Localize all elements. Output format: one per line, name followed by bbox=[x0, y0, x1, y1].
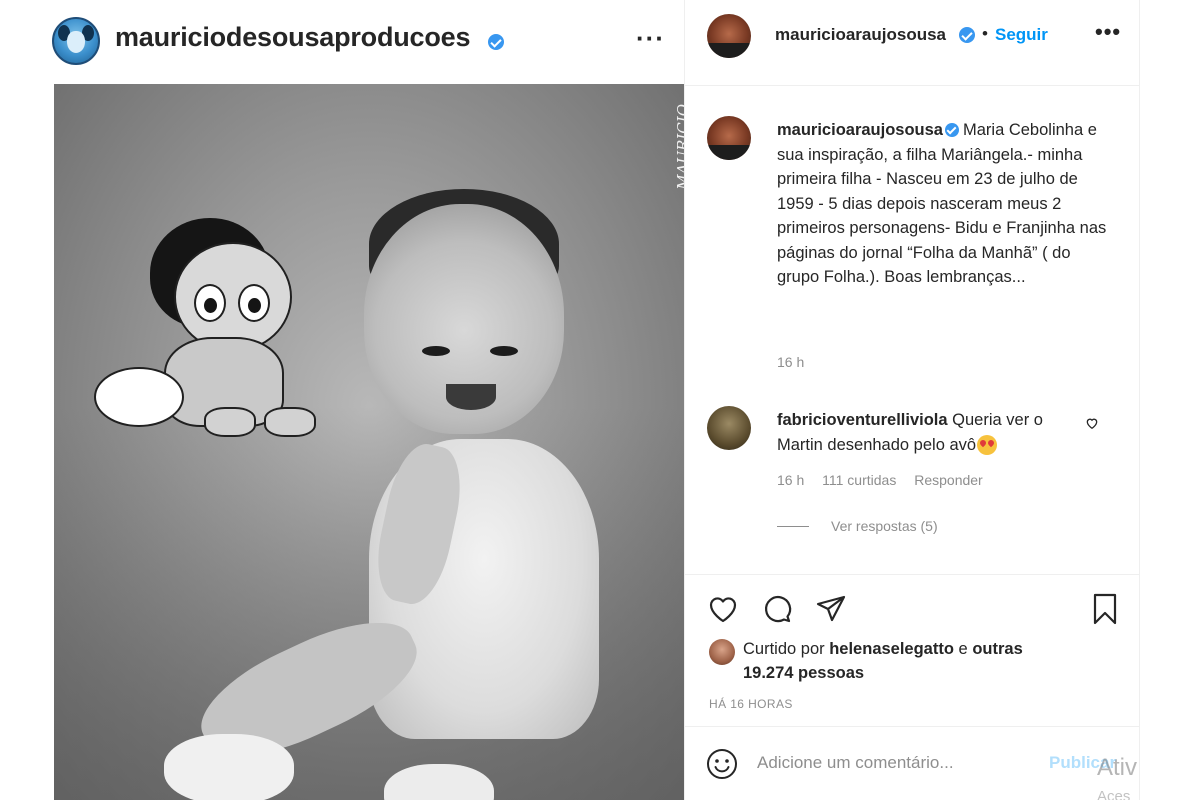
more-options-icon[interactable]: ··· bbox=[636, 25, 665, 51]
caption-body: Maria Cebolinha e sua inspiração, a filh… bbox=[777, 121, 1107, 286]
commenter-avatar[interactable] bbox=[707, 406, 751, 450]
avatar-shirt bbox=[707, 42, 751, 58]
liker-username[interactable]: helenaselegatto bbox=[829, 640, 954, 658]
add-comment-bar: Publicar bbox=[685, 727, 1140, 800]
baby-eye-right bbox=[490, 346, 518, 356]
reply-button[interactable]: Responder bbox=[914, 472, 983, 488]
share-icon[interactable] bbox=[813, 591, 849, 627]
comment-icon[interactable] bbox=[759, 591, 795, 627]
replies-divider-line bbox=[777, 526, 809, 527]
avatar-shirt bbox=[707, 144, 751, 160]
post-actions: Curtido por helenaselegatto e outras 19.… bbox=[685, 574, 1140, 727]
cartoon-hand-left bbox=[204, 407, 256, 437]
caption-author-avatar[interactable] bbox=[707, 116, 751, 160]
post-owner-username[interactable]: mauriciodesousaproducoes bbox=[115, 22, 470, 53]
cartoon-eye-left bbox=[194, 284, 226, 322]
baby-mouth bbox=[446, 384, 496, 410]
avatar-dog-face bbox=[67, 31, 85, 53]
comment-text: fabricioventurelliviola Queria ver o Mar… bbox=[777, 408, 1087, 457]
baby-eye-left bbox=[422, 346, 450, 356]
post-owner-header: mauriciodesousaproducoes ··· bbox=[0, 0, 684, 84]
commenter-username[interactable]: fabricioventurelliviola bbox=[777, 411, 948, 429]
caption-text: mauricioaraujosousa Maria Cebolinha e sua… bbox=[777, 118, 1107, 290]
caption-username[interactable]: mauricioaraujosousa bbox=[777, 121, 943, 139]
separator-dot: • bbox=[982, 24, 988, 43]
cartoon-face bbox=[174, 242, 292, 352]
cartoon-hand-right bbox=[264, 407, 316, 437]
liker-avatar[interactable] bbox=[709, 639, 735, 665]
comment-likes-count[interactable]: 111 curtidas bbox=[822, 472, 896, 488]
likes-connector: e bbox=[958, 640, 968, 658]
likes-text: Curtido por helenaselegatto e outras 19.… bbox=[743, 637, 1023, 685]
cartoon-toddler-illustration bbox=[94, 202, 334, 472]
verified-icon bbox=[959, 27, 975, 43]
heart-eyes-emoji-icon bbox=[977, 435, 998, 456]
comment-input[interactable] bbox=[757, 745, 1037, 781]
artist-signature: MAURICIO bbox=[674, 104, 684, 190]
author-avatar[interactable] bbox=[707, 14, 751, 58]
comment-meta: 16 h 111 curtidas Responder bbox=[777, 472, 997, 488]
caption-timestamp[interactable]: 16 h bbox=[777, 354, 804, 370]
baby-shoe-left bbox=[164, 734, 294, 800]
view-replies-button[interactable]: Ver respostas (5) bbox=[831, 518, 938, 534]
verified-icon bbox=[944, 122, 959, 137]
comment-timestamp[interactable]: 16 h bbox=[777, 472, 804, 488]
likes-prefix: Curtido por bbox=[743, 640, 825, 658]
bookmark-icon[interactable] bbox=[1087, 591, 1123, 627]
verified-icon bbox=[488, 34, 504, 50]
post-owner-avatar[interactable] bbox=[52, 17, 100, 65]
cartoon-leg bbox=[94, 367, 184, 427]
post-photo[interactable]: MAURICIO bbox=[54, 84, 684, 800]
heart-icon[interactable] bbox=[705, 591, 741, 627]
comment-like-heart-icon[interactable] bbox=[1085, 416, 1099, 430]
follow-button[interactable]: Seguir bbox=[995, 25, 1048, 45]
author-username[interactable]: mauricioaraujosousa bbox=[775, 25, 946, 45]
os-activation-watermark: Ativ bbox=[1097, 754, 1138, 781]
post-time-ago[interactable]: HÁ 16 HORAS bbox=[709, 697, 793, 711]
panel-header: mauricioaraujosousa • Seguir ••• bbox=[685, 0, 1140, 86]
cartoon-eye-right bbox=[238, 284, 270, 322]
os-activation-watermark-subtext: Aces bbox=[1097, 788, 1131, 800]
smile-icon[interactable] bbox=[705, 747, 739, 781]
post-side-panel: mauricioaraujosousa • Seguir ••• maurici… bbox=[684, 0, 1140, 800]
more-icon[interactable]: ••• bbox=[1095, 21, 1121, 43]
